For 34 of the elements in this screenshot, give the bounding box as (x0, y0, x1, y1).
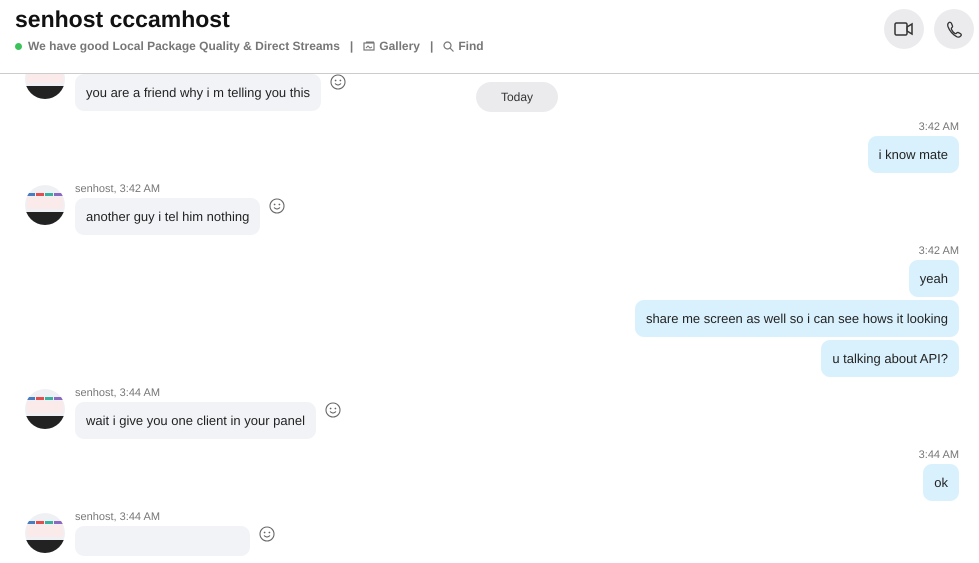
message-bubble: i know mate (868, 136, 959, 173)
video-call-button[interactable] (884, 9, 924, 49)
status-message: We have good Local Package Quality & Direct Streams (28, 39, 340, 53)
emoji-reaction-icon[interactable] (324, 402, 341, 418)
gallery-icon (363, 41, 376, 51)
message-bubble: share me screen as well so i can see hows it looking (634, 300, 959, 337)
sender-timestamp: senhost, 3:44 AM (75, 387, 161, 399)
find-link[interactable]: Find (443, 39, 484, 53)
avatar-thumbnail (25, 185, 65, 225)
emoji-reaction-icon[interactable] (259, 526, 275, 542)
sender-timestamp: senhost, 3:44 AM (75, 511, 161, 523)
message-timestamp: 3:44 AM (918, 449, 959, 461)
gallery-link[interactable]: Gallery (363, 39, 420, 53)
avatar-thumbnail (25, 513, 65, 553)
video-camera-icon (894, 22, 914, 36)
message-bubble: u talking about API? (821, 340, 959, 377)
separator: | (350, 39, 354, 53)
message-bubble: yeah (908, 260, 959, 297)
message-bubble: another guy i tel him nothing (75, 198, 260, 235)
message-timestamp: 3:42 AM (918, 121, 959, 133)
message-timestamp: 3:42 AM (918, 245, 959, 257)
chat-title: senhost cccamhost (15, 6, 231, 33)
date-divider: Today (476, 82, 558, 112)
message-bubble: wait i give you one client in your panel (75, 402, 316, 439)
audio-call-button[interactable] (934, 9, 974, 49)
message-bubble: ok (923, 464, 959, 501)
search-icon (443, 40, 454, 52)
emoji-reaction-icon[interactable] (269, 198, 286, 214)
emoji-reaction-icon[interactable] (330, 74, 346, 90)
avatar-thumbnail (25, 389, 65, 429)
phone-icon (946, 20, 962, 38)
separator: | (430, 39, 434, 53)
sender-timestamp: senhost, 3:42 AM (75, 183, 161, 195)
message-bubble: you are a friend why i m telling you this (75, 74, 321, 111)
